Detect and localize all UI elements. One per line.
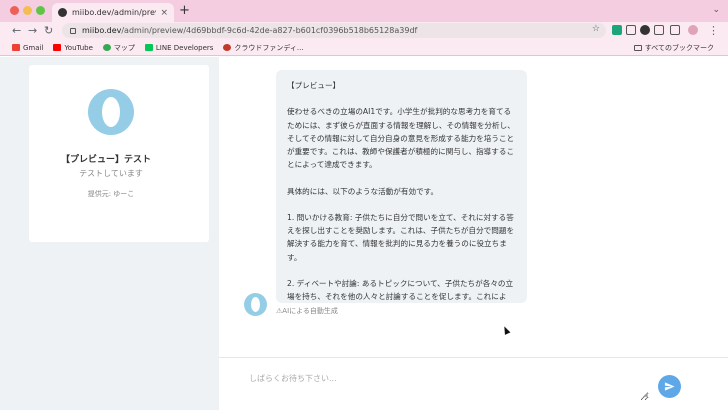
gmail-icon [12, 44, 20, 51]
maps-icon [102, 44, 111, 51]
lock-icon [70, 27, 76, 34]
bookmarks-bar: Gmail YouTube マップ LINE Developers クラウドファ… [0, 40, 728, 56]
all-bookmarks-label: すべてのブックマーク [644, 44, 714, 52]
folder-icon [633, 45, 642, 51]
bot-description: テストしています [79, 169, 143, 178]
bookmark-star-icon[interactable]: ☆ [592, 24, 600, 34]
ai-generated-note: ⚠AIによる自動生成 [276, 307, 338, 315]
tab-close-icon[interactable]: × [160, 8, 168, 18]
forward-icon[interactable]: → [28, 24, 37, 37]
reload-icon[interactable]: ↻ [44, 24, 53, 37]
resize-handle-icon[interactable]: ◢ [643, 391, 648, 398]
send-button[interactable] [658, 375, 681, 398]
close-window-icon[interactable] [10, 6, 19, 15]
message-paragraph: 2. ディベートや討論: あるトピックについて、子供たちが各々の立場を持ち、それ… [287, 278, 514, 302]
bot-provider: 提供元: ゆーこ [87, 190, 135, 198]
bookmark-label: LINE Developers [155, 43, 214, 52]
url-text: miibo.dev/admin/preview/4d69bbdf-9c6d-42… [82, 26, 418, 35]
bookmark-label: YouTube [64, 43, 93, 52]
bookmark-label: クラウドファンディ... [234, 43, 304, 52]
bookmark-line-developers[interactable]: LINE Developers [144, 43, 214, 52]
tab-title: miibo.dev/admin/preview/4d6 [72, 8, 156, 17]
bot-profile-card: 【プレビュー】テスト テストしています 提供元: ゆーこ [29, 65, 209, 242]
browser-tab[interactable]: miibo.dev/admin/preview/4d6 × [52, 3, 174, 22]
bookmark-label: Gmail [23, 43, 44, 52]
media-icon[interactable] [654, 25, 664, 35]
bot-chat-avatar [244, 293, 267, 316]
back-icon[interactable]: ← [12, 24, 21, 37]
extension-icon[interactable] [612, 25, 622, 35]
message-paragraph: 具体的には、以下のような活動が有効です。 [287, 186, 439, 196]
bookmark-gmail[interactable]: Gmail [12, 44, 43, 52]
message-paragraph: 【プレビュー】 [287, 81, 341, 90]
site-favicon-icon [58, 8, 67, 17]
profile-avatar-icon[interactable] [688, 25, 698, 35]
bookmark-label: マップ [113, 43, 135, 52]
browser-toolbar: ← → ↻ miibo.dev/admin/preview/4d69bbdf-9… [0, 22, 728, 40]
message-input-area: ◢ [219, 363, 728, 410]
bot-message-bubble: 【プレビュー】 使わせるべきの立場のAI1です。小学生が批判的な思考力を育てるた… [276, 70, 527, 303]
all-bookmarks[interactable]: すべてのブックマーク [633, 43, 714, 53]
extension-icon[interactable] [626, 25, 636, 35]
divider [219, 357, 728, 358]
tab-search-icon[interactable]: ⌄ [712, 5, 720, 15]
message-input[interactable] [249, 373, 649, 401]
more-menu-icon[interactable]: ⋮ [708, 24, 719, 37]
side-panel-icon[interactable] [670, 25, 680, 35]
message-paragraph: 使わせるべきの立場のAI1です。小学生が批判的な思考力を育てるためには、まず彼ら… [287, 107, 515, 170]
extensions-puzzle-icon[interactable] [640, 25, 650, 35]
crowdfunding-icon [223, 44, 232, 51]
line-icon [144, 44, 153, 51]
bookmark-maps[interactable]: マップ [102, 43, 135, 53]
address-bar[interactable]: miibo.dev/admin/preview/4d69bbdf-9c6d-42… [62, 23, 606, 38]
sidebar: 【プレビュー】テスト テストしています 提供元: ゆーこ [0, 57, 219, 410]
chat-panel: 【プレビュー】 使わせるべきの立場のAI1です。小学生が批判的な思考力を育てるた… [219, 57, 728, 410]
message-paragraph: 1. 問いかける教育: 子供たちに自分で問いを立て、それに対する答えを探し出すこ… [287, 212, 515, 262]
bookmark-crowdfunding[interactable]: クラウドファンディ... [223, 43, 304, 53]
bookmark-youtube[interactable]: YouTube [53, 43, 93, 52]
send-icon [664, 382, 675, 391]
page: 【プレビュー】テスト テストしています 提供元: ゆーこ 【プレビュー】 使わせ… [0, 57, 728, 410]
youtube-icon [53, 44, 62, 51]
minimize-window-icon[interactable] [23, 6, 32, 15]
browser-tab-strip: miibo.dev/admin/preview/4d6 × + ⌄ [0, 0, 728, 22]
new-tab-button[interactable]: + [179, 3, 190, 18]
maximize-window-icon[interactable] [36, 6, 45, 15]
bot-avatar [88, 89, 134, 135]
bot-name: 【プレビュー】テスト [60, 155, 151, 165]
